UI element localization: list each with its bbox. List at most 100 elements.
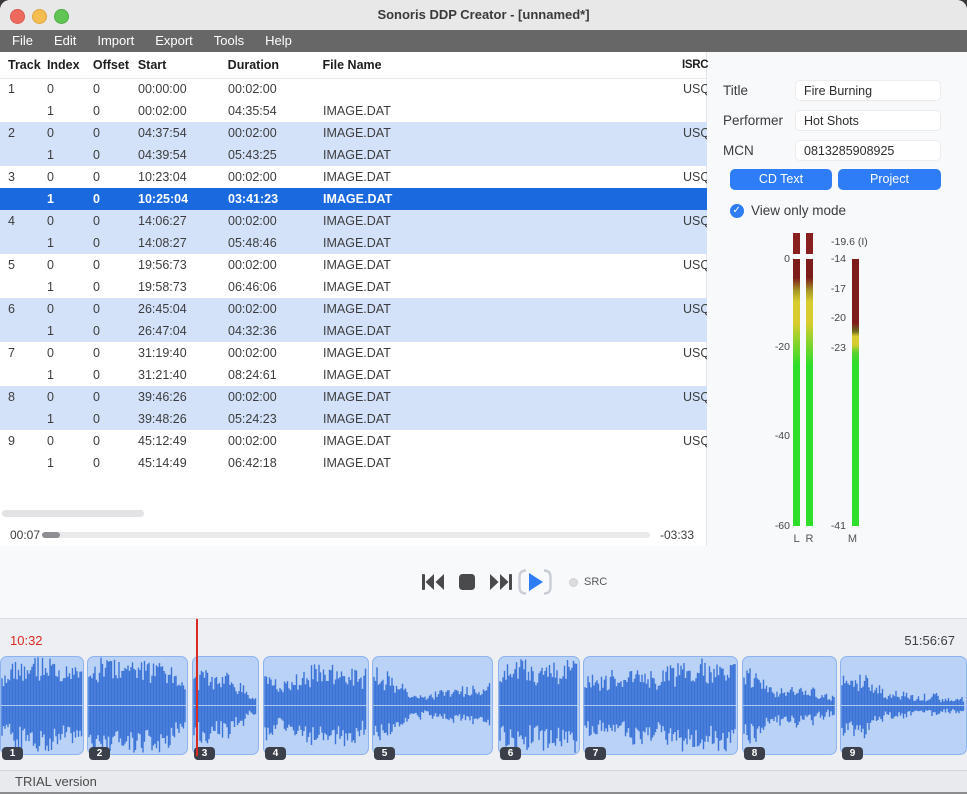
cell-isrc [683, 408, 707, 430]
title-input[interactable] [795, 80, 941, 101]
cell-start: 31:21:40 [138, 364, 228, 386]
col-index: Index [47, 52, 93, 78]
lr-scale-0: 0 [762, 253, 790, 265]
table-header: Track Index Offset Start Duration File N… [0, 52, 706, 79]
cell-duration: 06:42:18 [228, 452, 323, 474]
close-button[interactable] [10, 9, 25, 24]
table-row[interactable]: 30010:23:0400:02:00IMAGE.DATUSQ [0, 166, 707, 188]
table-row[interactable]: 20004:37:5400:02:00IMAGE.DATUSQ [0, 122, 707, 144]
cell-duration: 05:48:46 [228, 232, 323, 254]
waveform-segment[interactable] [583, 656, 738, 755]
cell-isrc: USQ [683, 430, 707, 452]
src-indicator[interactable] [569, 578, 578, 587]
table-row[interactable]: 1014:08:2705:48:46IMAGE.DAT [0, 232, 707, 254]
mcn-input[interactable] [795, 140, 941, 161]
view-only-label: View only mode [751, 203, 846, 219]
cell-index: 1 [47, 144, 93, 166]
menu-help[interactable]: Help [265, 30, 292, 52]
view-only-checkbox[interactable] [730, 204, 744, 218]
table-row[interactable]: 1026:47:0404:32:36IMAGE.DAT [0, 320, 707, 342]
cell-start: 39:46:26 [138, 386, 228, 408]
play-button[interactable] [517, 568, 553, 596]
cell-track [0, 320, 47, 342]
cell-duration: 04:32:36 [228, 320, 323, 342]
cell-track: 1 [0, 78, 47, 100]
waveform-segment[interactable] [192, 656, 259, 755]
zoom-button[interactable] [54, 9, 69, 24]
skip-back-icon [421, 572, 445, 592]
cell-track: 7 [0, 342, 47, 364]
waveform-segment[interactable] [742, 656, 837, 755]
project-button[interactable]: Project [838, 169, 941, 190]
cell-track [0, 100, 47, 122]
menu-export[interactable]: Export [155, 30, 193, 52]
table-row[interactable]: 1039:48:2605:24:23IMAGE.DAT [0, 408, 707, 430]
menu-edit[interactable]: Edit [54, 30, 76, 52]
previous-track-button[interactable] [421, 572, 445, 592]
table-row[interactable]: 70031:19:4000:02:00IMAGE.DATUSQ [0, 342, 707, 364]
cell-file: IMAGE.DAT [323, 452, 683, 474]
cell-duration: 00:02:00 [228, 298, 323, 320]
table-row[interactable]: 1010:25:0403:41:23IMAGE.DAT [0, 188, 707, 210]
seek-slider[interactable] [42, 532, 650, 538]
cell-track [0, 232, 47, 254]
table-row[interactable]: 1004:39:5405:43:25IMAGE.DAT [0, 144, 707, 166]
cell-offset: 0 [93, 122, 138, 144]
peak-over-indicator-left [793, 233, 800, 254]
waveform-segment[interactable] [498, 656, 580, 755]
cell-offset: 0 [93, 100, 138, 122]
cell-index: 0 [47, 298, 93, 320]
menu-file[interactable]: File [12, 30, 33, 52]
table-row[interactable]: 10000:00:0000:02:00USQ [0, 78, 707, 100]
cell-duration: 00:02:00 [228, 78, 323, 100]
waveform-segment[interactable] [263, 656, 369, 755]
stop-button[interactable] [457, 572, 477, 592]
next-track-button[interactable] [489, 572, 513, 592]
cell-isrc [683, 452, 707, 474]
cd-text-button[interactable]: CD Text [730, 169, 832, 190]
cell-isrc: USQ [683, 166, 707, 188]
waveform-image [1, 657, 83, 754]
menu-import[interactable]: Import [97, 30, 134, 52]
m-scale-14: -14 [818, 253, 846, 265]
table-row[interactable]: 90045:12:4900:02:00IMAGE.DATUSQ [0, 430, 707, 452]
cell-isrc [683, 144, 707, 166]
cell-duration: 03:41:23 [228, 188, 323, 210]
cell-duration: 00:02:00 [228, 430, 323, 452]
table-row[interactable]: 50019:56:7300:02:00IMAGE.DATUSQ [0, 254, 707, 276]
cell-file: IMAGE.DAT [323, 188, 683, 210]
m-scale-23: -23 [818, 342, 846, 354]
waveform-segment[interactable] [87, 656, 188, 755]
seek-slider-thumb[interactable] [42, 532, 60, 538]
cell-start: 14:06:27 [138, 210, 228, 232]
waveform-segment[interactable] [840, 656, 967, 755]
channel-label-mono: M [846, 533, 859, 546]
cell-track [0, 144, 47, 166]
waveform-image [373, 657, 492, 754]
performer-input[interactable] [795, 110, 941, 131]
table-row[interactable]: 1019:58:7306:46:06IMAGE.DAT [0, 276, 707, 298]
lr-scale-20: -20 [762, 341, 790, 353]
cell-duration: 06:46:06 [228, 276, 323, 298]
cell-offset: 0 [93, 254, 138, 276]
table-row[interactable]: 1045:14:4906:42:18IMAGE.DAT [0, 452, 707, 474]
cell-index: 0 [47, 254, 93, 276]
table-row[interactable]: 80039:46:2600:02:00IMAGE.DATUSQ [0, 386, 707, 408]
table-row[interactable]: 1031:21:4008:24:61IMAGE.DAT [0, 364, 707, 386]
waveform-segment[interactable] [0, 656, 84, 755]
waveform-segment[interactable] [372, 656, 493, 755]
cell-file: IMAGE.DAT [323, 210, 683, 232]
cell-isrc: USQ [683, 342, 707, 364]
horizontal-scrollbar-thumb[interactable] [2, 510, 144, 517]
cell-index: 1 [47, 232, 93, 254]
menu-tools[interactable]: Tools [214, 30, 244, 52]
cell-offset: 0 [93, 78, 138, 100]
table-row[interactable]: 1000:02:0004:35:54IMAGE.DAT [0, 100, 707, 122]
cell-offset: 0 [93, 430, 138, 452]
cell-duration: 00:02:00 [228, 342, 323, 364]
table-row[interactable]: 40014:06:2700:02:00IMAGE.DATUSQ [0, 210, 707, 232]
cell-start: 00:00:00 [138, 78, 228, 100]
minimize-button[interactable] [32, 9, 47, 24]
cell-isrc [683, 232, 707, 254]
table-row[interactable]: 60026:45:0400:02:00IMAGE.DATUSQ [0, 298, 707, 320]
